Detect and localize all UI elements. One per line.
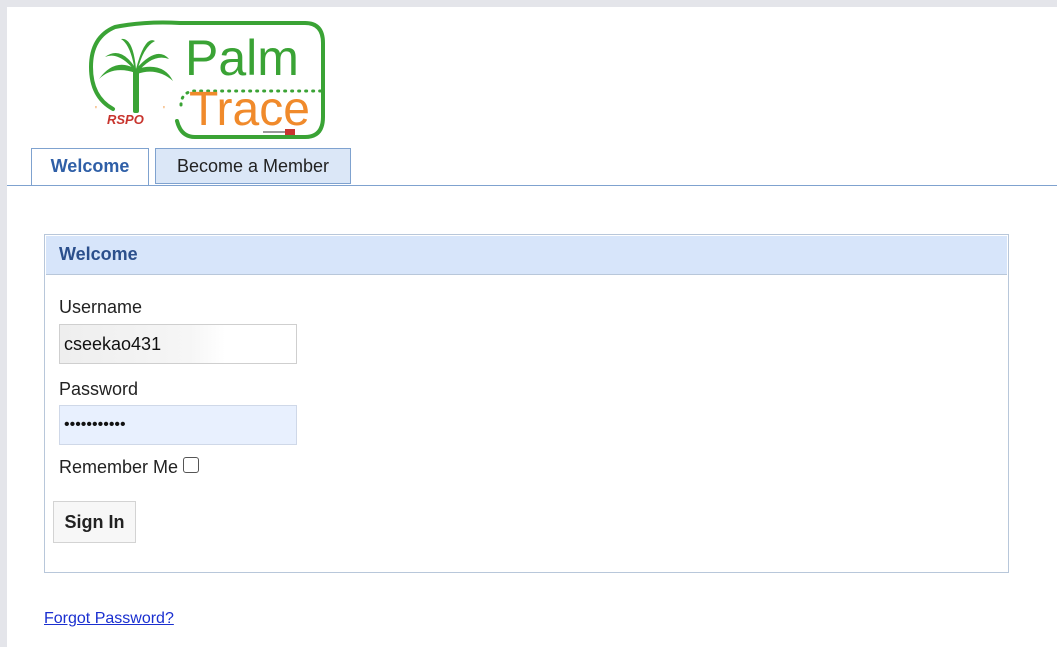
- login-page: RSPO ' ' Palm Trace Welcome Become a Mem…: [7, 7, 1057, 647]
- remember-me-label: Remember Me: [59, 457, 179, 477]
- username-input[interactable]: [59, 324, 297, 364]
- logo-seal-text: RSPO: [107, 112, 144, 127]
- password-label: Password: [59, 379, 139, 399]
- login-panel-title: Welcome: [46, 236, 1007, 275]
- password-input[interactable]: •••••••••••: [59, 405, 297, 445]
- svg-text:': ': [163, 105, 165, 116]
- remember-me-row: Remember Me: [59, 456, 200, 478]
- logo-word-palm: Palm: [185, 30, 299, 86]
- sign-in-button[interactable]: Sign In: [53, 501, 136, 543]
- username-label: Username: [59, 297, 143, 317]
- logo-word-trace: Trace: [189, 83, 310, 136]
- remember-me-checkbox[interactable]: [183, 456, 200, 473]
- tab-divider: [7, 185, 1057, 186]
- login-panel: Welcome Username Password ••••••••••• Re…: [44, 234, 1009, 573]
- forgot-password-link[interactable]: Forgot Password?: [44, 610, 174, 628]
- tab-welcome[interactable]: Welcome: [31, 148, 149, 185]
- svg-text:': ': [95, 105, 97, 116]
- palmtrace-logo: RSPO ' ' Palm Trace: [85, 17, 327, 143]
- tab-become-a-member[interactable]: Become a Member: [155, 148, 351, 184]
